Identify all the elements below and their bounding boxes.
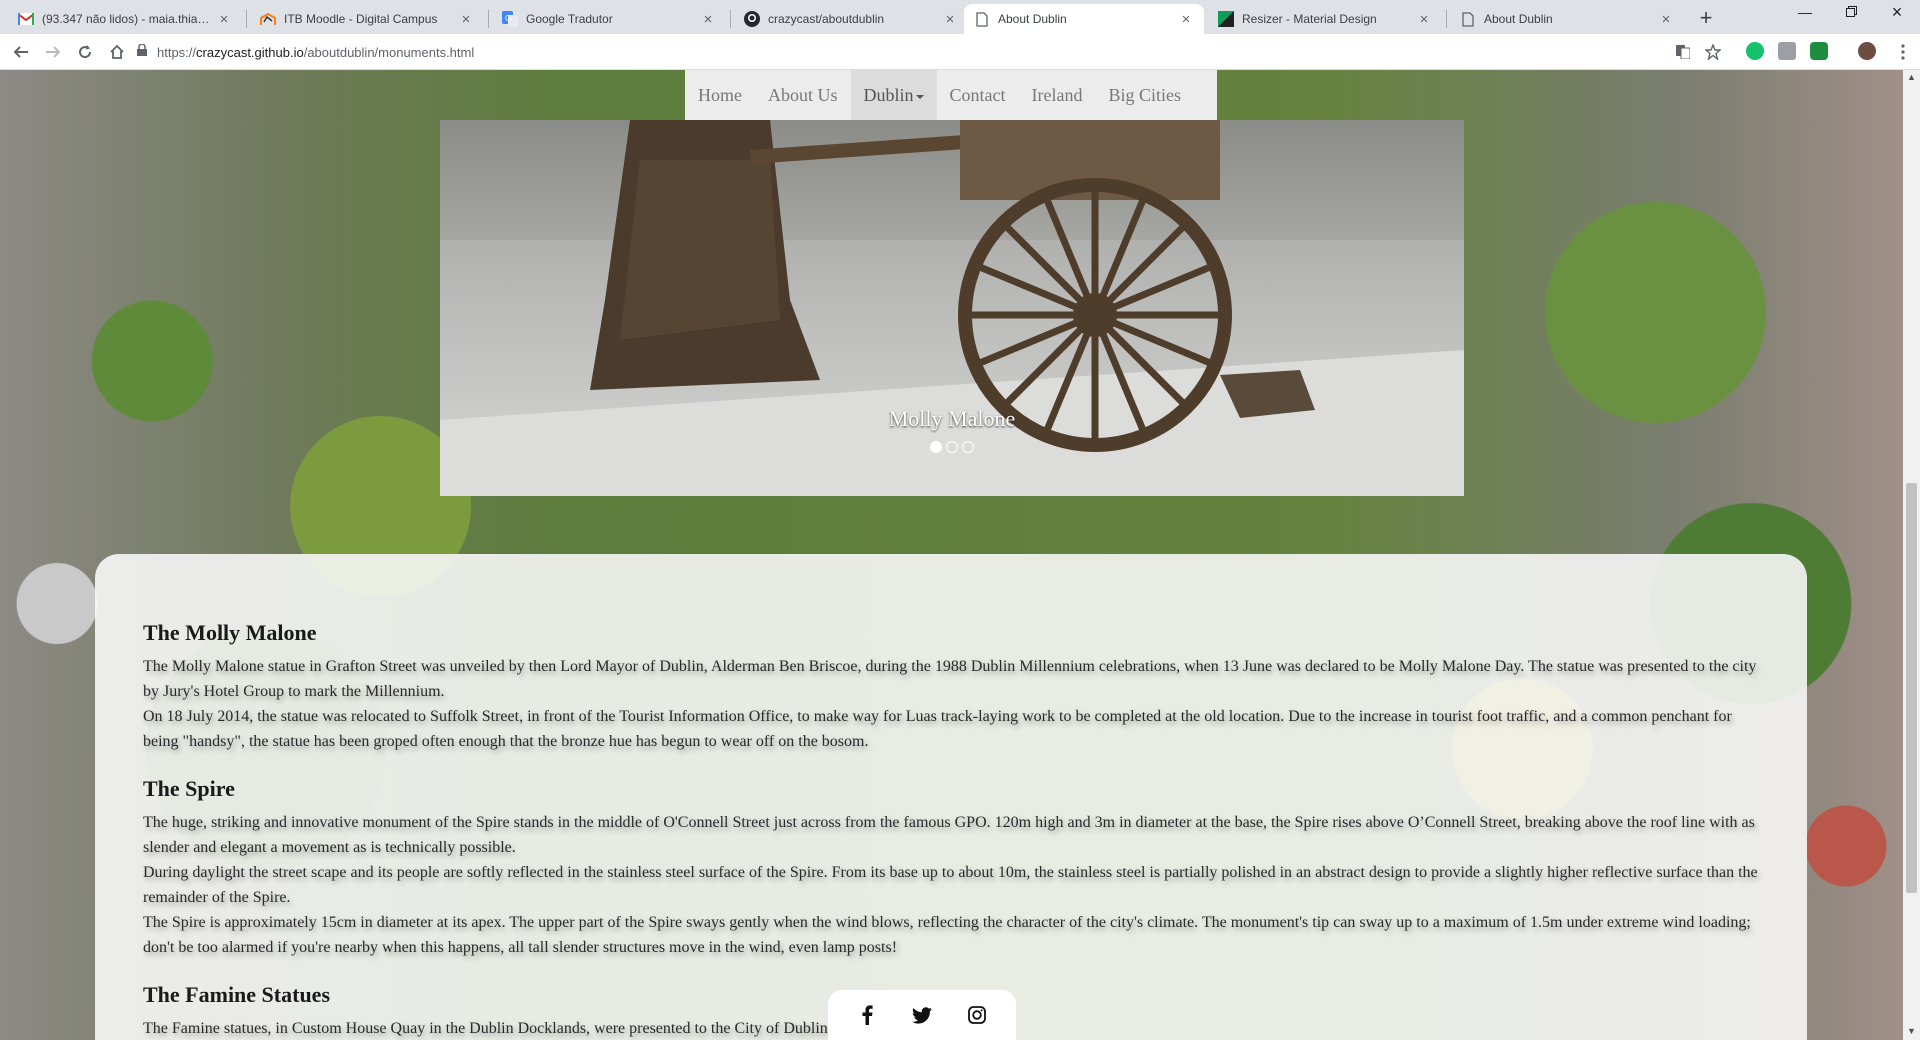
carousel-indicator-3[interactable] <box>962 441 974 453</box>
tab-title: About Dublin <box>998 12 1067 26</box>
monument-carousel[interactable]: Molly Malone <box>440 120 1464 496</box>
translate-page-icon[interactable] <box>1670 39 1696 65</box>
url-text: https://crazycast.github.io/aboutdublin/… <box>157 44 475 60</box>
carousel-indicator-2[interactable] <box>946 441 958 453</box>
close-tab-icon[interactable]: × <box>1658 11 1674 28</box>
browser-tab-translate[interactable]: G Google Tradutor × <box>492 4 726 34</box>
browser-tab-bar: (93.347 não lidos) - maia.thiago@ × ITB … <box>0 0 1920 34</box>
section-paragraph: The Molly Malone statue in Grafton Stree… <box>143 658 1757 700</box>
svg-text:G: G <box>505 14 511 23</box>
grammarly-icon[interactable] <box>1746 42 1764 60</box>
bookmark-star-icon[interactable] <box>1700 39 1726 65</box>
site-navbar: Home About Us Dublin Contact Ireland Big… <box>685 70 1217 120</box>
close-window-button[interactable]: × <box>1874 2 1920 23</box>
browser-tab-github[interactable]: crazycast/aboutdublin × <box>734 4 968 34</box>
back-button[interactable] <box>8 39 34 65</box>
restore-button[interactable] <box>1828 4 1874 20</box>
section-title-the-spire: The Spire <box>143 776 235 801</box>
nav-ireland[interactable]: Ireland <box>1019 70 1096 120</box>
close-tab-icon[interactable]: × <box>700 11 716 28</box>
nav-home[interactable]: Home <box>685 70 755 120</box>
avatar[interactable] <box>1858 42 1876 60</box>
nav-big-cities[interactable]: Big Cities <box>1096 70 1195 120</box>
section-paragraph: On 18 July 2014, the statue was relocate… <box>143 708 1732 750</box>
tab-title: About Dublin <box>1484 12 1553 26</box>
scrollbar-thumb[interactable] <box>1906 483 1917 893</box>
page-icon <box>974 11 990 27</box>
browser-tab-gmail[interactable]: (93.347 não lidos) - maia.thiago@ × <box>8 4 242 34</box>
close-tab-icon[interactable]: × <box>942 11 958 28</box>
more-menu-icon[interactable] <box>1890 39 1916 65</box>
instagram-icon[interactable] <box>966 1004 988 1026</box>
github-icon <box>744 11 760 27</box>
twitter-icon[interactable] <box>911 1004 933 1026</box>
page-viewport: Molly Malone Home About Us Dublin Contac… <box>0 70 1903 1040</box>
forward-button[interactable] <box>40 39 66 65</box>
close-tab-icon[interactable]: × <box>216 11 232 28</box>
reload-button[interactable] <box>72 39 98 65</box>
tab-title: (93.347 não lidos) - maia.thiago@ <box>42 12 216 26</box>
tab-title: ITB Moodle - Digital Campus <box>284 12 438 26</box>
translate-icon: G <box>502 11 518 27</box>
tab-title: Resizer - Material Design <box>1242 12 1377 26</box>
browser-tab-about-dublin-active[interactable]: About Dublin × <box>964 4 1204 34</box>
section-paragraph: The huge, striking and innovative monume… <box>143 814 1755 856</box>
molly-malone-statue-image <box>440 120 1464 496</box>
scroll-up-arrow-icon[interactable]: ▲ <box>1907 72 1916 82</box>
resizer-icon <box>1218 11 1234 27</box>
page-icon <box>1460 11 1476 27</box>
home-icon <box>110 44 124 59</box>
mail-icon <box>18 11 34 27</box>
arrow-right-icon <box>46 46 61 58</box>
caret-down-icon <box>915 94 924 99</box>
scroll-down-arrow-icon[interactable]: ▼ <box>1907 1026 1916 1036</box>
home-button[interactable] <box>104 39 130 65</box>
new-tab-button[interactable]: + <box>1693 6 1719 32</box>
nav-dublin-dropdown[interactable]: Dublin <box>850 70 937 120</box>
lock-icon <box>137 43 147 61</box>
section-title-famine-statues: The Famine Statues <box>143 982 330 1007</box>
carousel-caption: Molly Malone <box>888 406 1016 431</box>
section-paragraph: During daylight the street scape and its… <box>143 864 1758 906</box>
moodle-icon <box>260 11 276 27</box>
browser-tab-resizer[interactable]: Resizer - Material Design × <box>1208 4 1442 34</box>
carousel-indicator-1[interactable] <box>930 441 942 453</box>
tab-title: Google Tradutor <box>526 12 613 26</box>
extension-icon[interactable] <box>1778 42 1796 60</box>
close-tab-icon[interactable]: × <box>1178 11 1194 28</box>
social-links-bar <box>828 990 1016 1040</box>
section-paragraph: The Spire is approximately 15cm in diame… <box>143 914 1751 956</box>
address-bar[interactable]: https://crazycast.github.io/aboutdublin/… <box>137 39 1717 65</box>
browser-toolbar: https://crazycast.github.io/aboutdublin/… <box>0 34 1920 70</box>
browser-tab-about-dublin[interactable]: About Dublin × <box>1450 4 1684 34</box>
browser-tab-moodle[interactable]: ITB Moodle - Digital Campus × <box>250 4 484 34</box>
close-tab-icon[interactable]: × <box>458 11 474 28</box>
shield-icon[interactable] <box>1810 42 1828 60</box>
monuments-content-panel: The Molly Malone The Molly Malone statue… <box>95 554 1807 1040</box>
close-tab-icon[interactable]: × <box>1416 11 1432 28</box>
facebook-icon[interactable] <box>856 1004 878 1026</box>
nav-contact[interactable]: Contact <box>937 70 1019 120</box>
carousel-indicators <box>440 441 1464 453</box>
tab-title: crazycast/aboutdublin <box>768 12 885 26</box>
nav-about-us[interactable]: About Us <box>755 70 851 120</box>
section-title-molly-malone: The Molly Malone <box>143 620 317 645</box>
minimize-button[interactable]: — <box>1782 4 1828 20</box>
arrow-left-icon <box>13 46 28 58</box>
reload-icon <box>79 45 92 59</box>
